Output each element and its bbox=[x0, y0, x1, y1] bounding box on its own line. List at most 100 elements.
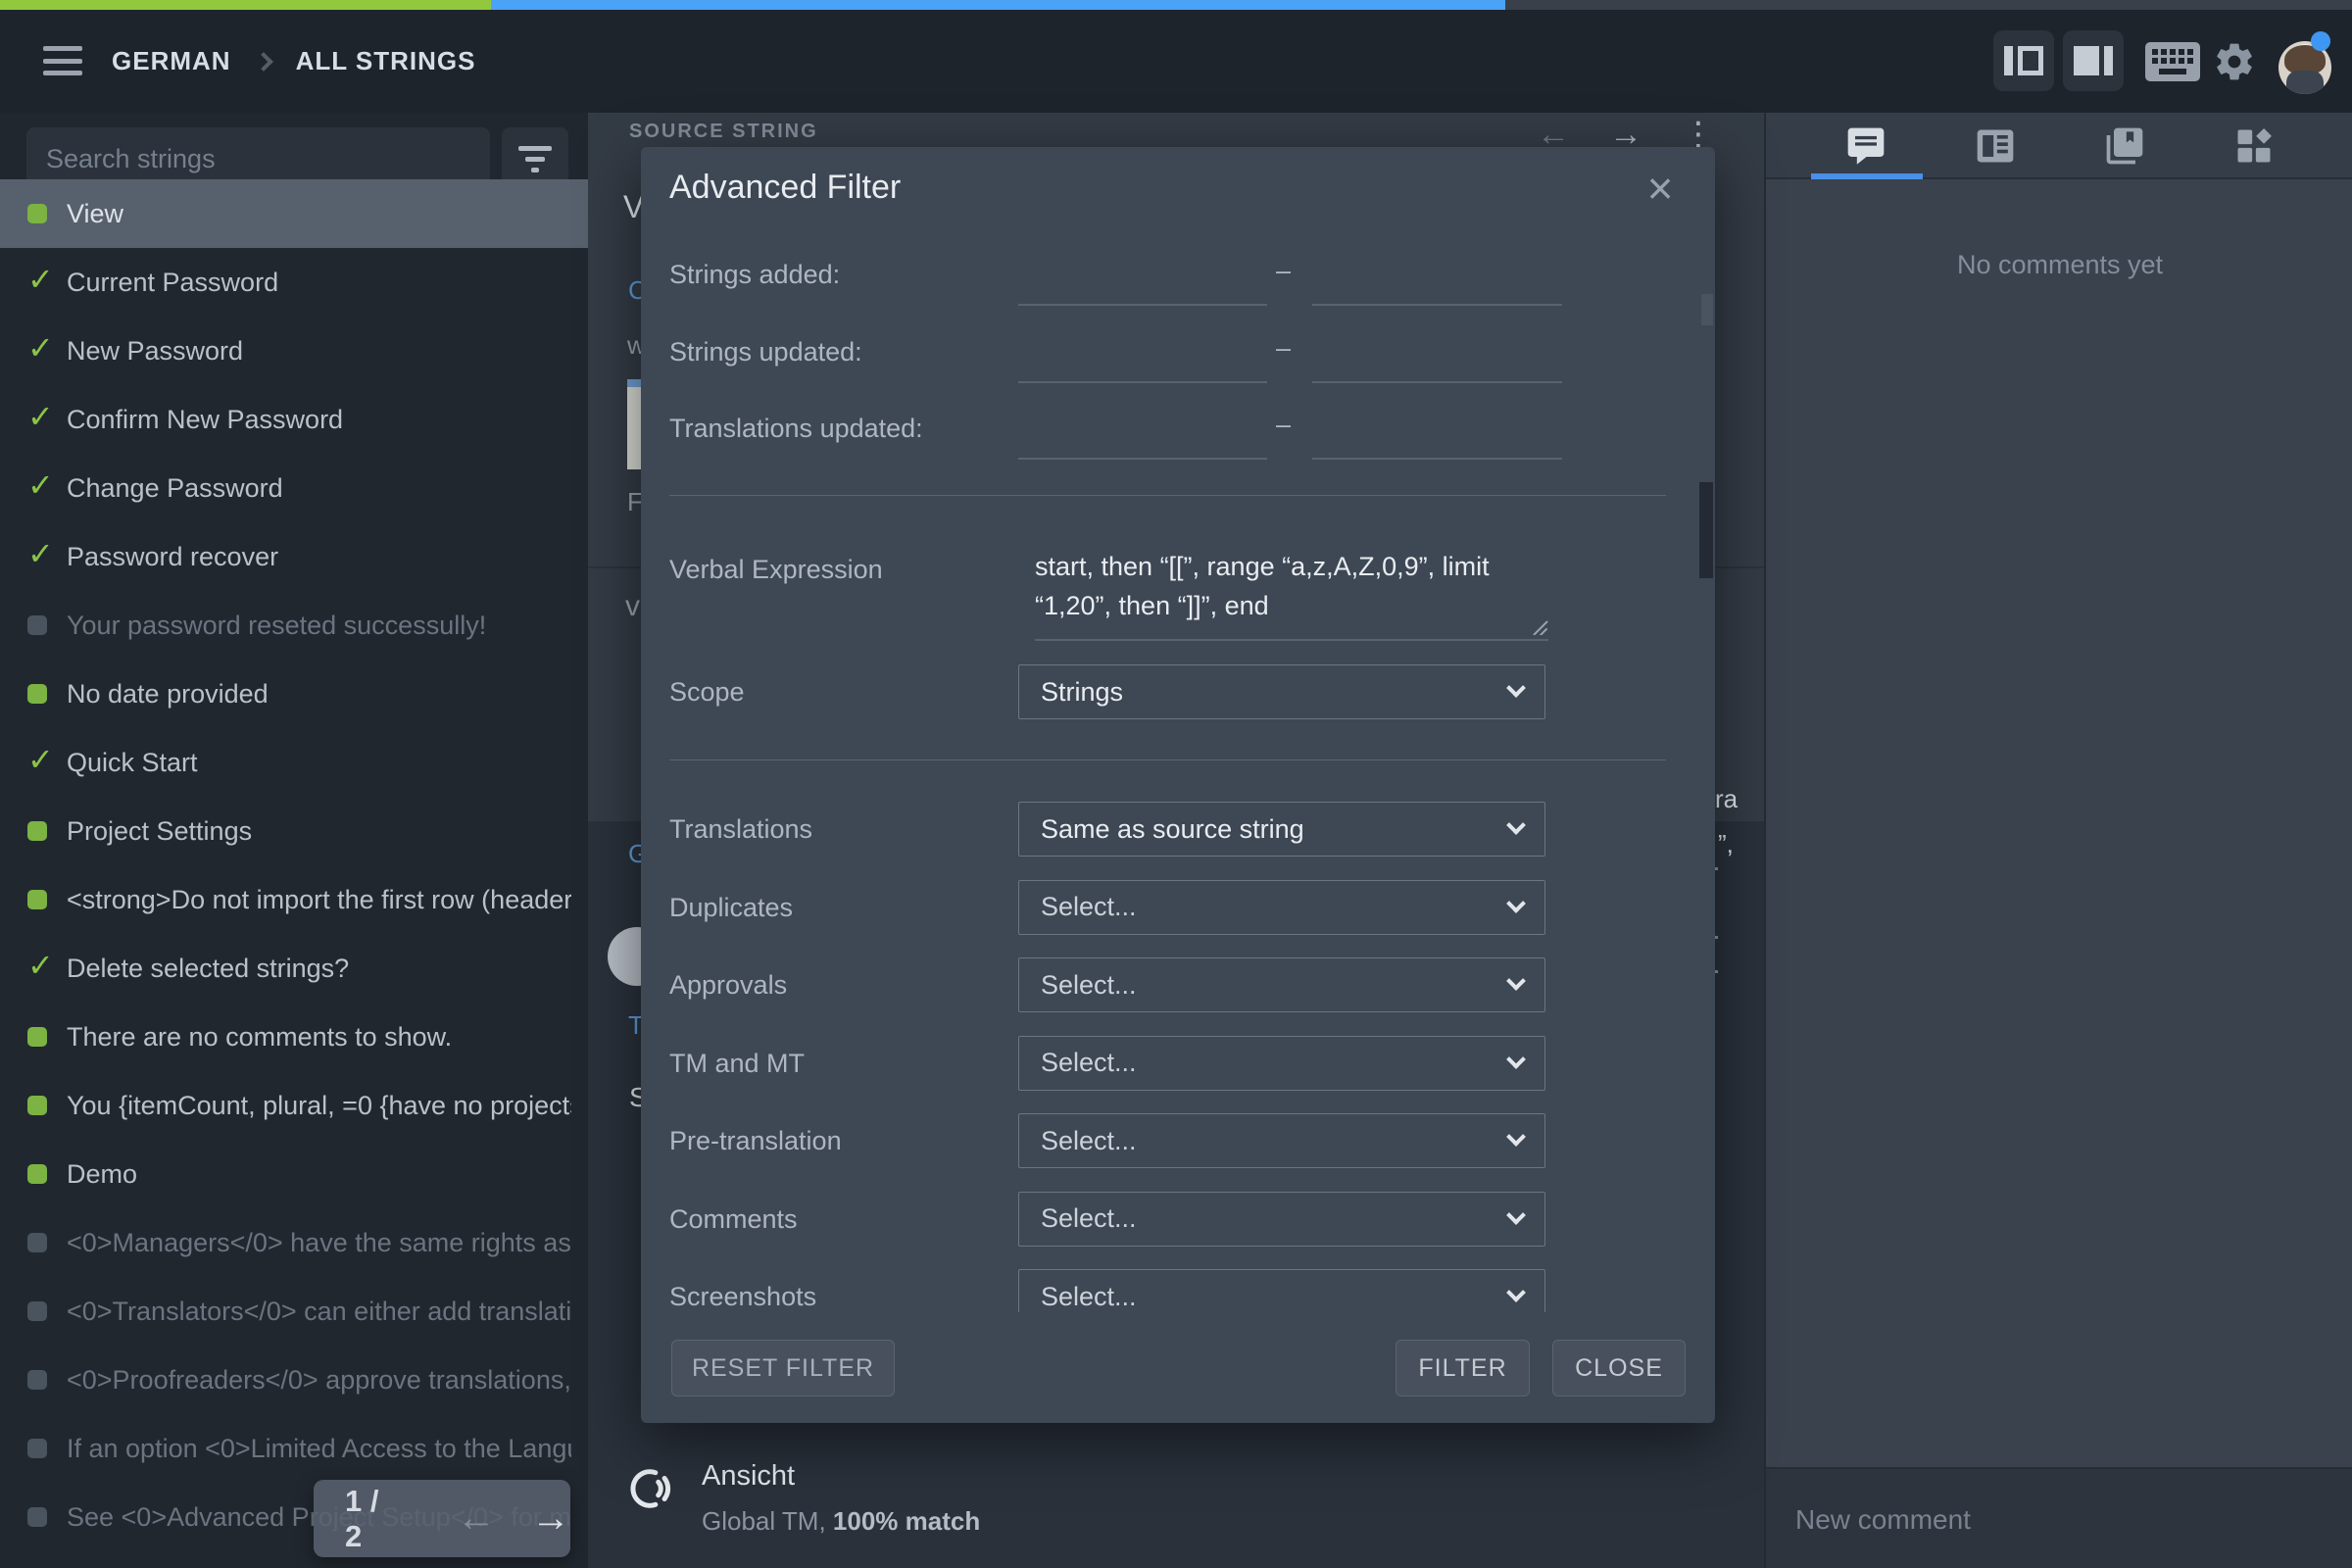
list-item-label: Change Password bbox=[67, 472, 283, 503]
chevron-down-icon bbox=[1506, 678, 1526, 698]
list-item[interactable]: ✓ Current Password bbox=[0, 248, 588, 317]
list-item-label: There are no comments to show. bbox=[67, 1021, 453, 1052]
scope-value: Strings bbox=[1041, 676, 1124, 707]
resize-handle-icon[interactable] bbox=[1531, 617, 1548, 635]
list-item[interactable]: View bbox=[0, 179, 588, 248]
top-bar: GERMAN ALL STRINGS bbox=[0, 10, 2352, 113]
approvals-select[interactable]: Select... bbox=[1018, 957, 1545, 1012]
chevron-down-icon bbox=[1506, 893, 1526, 913]
list-item-label: Current Password bbox=[67, 267, 279, 297]
close-button[interactable]: CLOSE bbox=[1552, 1340, 1686, 1396]
list-item[interactable]: ✓ Password recover bbox=[0, 522, 588, 591]
list-item-label: <0>Proofreaders</0> approve translations… bbox=[67, 1364, 571, 1395]
close-icon[interactable]: × bbox=[1635, 165, 1686, 216]
list-item[interactable]: <0>Managers</0> have the same rights as … bbox=[0, 1208, 588, 1277]
date-from-input[interactable] bbox=[1018, 265, 1267, 306]
select-filter-label: TM and MT bbox=[669, 1048, 806, 1078]
list-item[interactable]: ✓ Quick Start bbox=[0, 728, 588, 797]
select-filter-label: Pre-translation bbox=[669, 1126, 842, 1155]
pagination-next-icon[interactable]: → bbox=[531, 1496, 570, 1541]
select-value: Same as source string bbox=[1041, 813, 1304, 844]
screenshots-select[interactable]: Select... bbox=[1018, 1269, 1545, 1312]
advanced-filter-dialog: Advanced Filter × Strings added: – Strings… bbox=[641, 147, 1715, 1423]
date-to-input[interactable] bbox=[1312, 341, 1562, 383]
list-item[interactable]: You {itemCount, plural, =0 {have no proj… bbox=[0, 1071, 588, 1140]
list-item[interactable]: ✓ New Password bbox=[0, 317, 588, 385]
date-filter-label: Translations updated: bbox=[669, 414, 923, 443]
list-item-label: Delete selected strings? bbox=[67, 953, 350, 983]
list-item-label: Password recover bbox=[67, 541, 279, 571]
untranslated-square-icon bbox=[27, 1370, 47, 1390]
list-item[interactable]: Project Settings bbox=[0, 797, 588, 865]
online-status-dot bbox=[2311, 31, 2330, 51]
select-filter-label: Screenshots bbox=[669, 1282, 817, 1311]
date-from-input[interactable] bbox=[1018, 341, 1267, 383]
settings-button[interactable] bbox=[2207, 10, 2262, 113]
tab-terms[interactable] bbox=[2097, 119, 2152, 173]
scope-select[interactable]: Strings bbox=[1018, 664, 1545, 719]
verbal-expression-textarea[interactable]: start, then “[[”, range “a,z,A,Z,0,9”, l… bbox=[1035, 547, 1548, 625]
list-item[interactable]: There are no comments to show. bbox=[0, 1003, 588, 1071]
chevron-down-icon bbox=[1506, 971, 1526, 991]
list-item[interactable]: ✓ Delete selected strings? bbox=[0, 934, 588, 1003]
check-icon: ✓ bbox=[27, 262, 54, 297]
select-value: Select... bbox=[1041, 892, 1137, 921]
list-item[interactable]: <0>Translators</0> can either add transl… bbox=[0, 1277, 588, 1346]
list-item[interactable]: <strong>Do not import the first row (hea… bbox=[0, 865, 588, 934]
date-to-input[interactable] bbox=[1312, 418, 1562, 460]
avatar-body bbox=[2286, 71, 2324, 94]
layout-right-panel-button[interactable] bbox=[2063, 30, 2124, 91]
date-filter-label: Strings added: bbox=[669, 260, 841, 289]
layout-left-panel-button[interactable] bbox=[1993, 30, 2054, 91]
new-comment-placeholder: New comment bbox=[1795, 1504, 1971, 1535]
check-icon: ✓ bbox=[27, 330, 54, 366]
breadcrumb-section[interactable]: ALL STRINGS bbox=[296, 46, 476, 76]
translated-square-icon bbox=[27, 684, 47, 704]
pagination-prev-icon[interactable]: ← bbox=[457, 1496, 496, 1541]
tm-and-mt-select[interactable]: Select... bbox=[1018, 1035, 1545, 1091]
breadcrumb-language[interactable]: GERMAN bbox=[112, 46, 231, 76]
comments-select[interactable]: Select... bbox=[1018, 1191, 1545, 1247]
progress-translated-segment bbox=[0, 0, 491, 10]
new-comment-area[interactable]: New comment bbox=[1766, 1469, 2352, 1568]
source-string-header: SOURCE STRING bbox=[629, 121, 818, 142]
verbal-expression-label: Verbal Expression bbox=[669, 555, 883, 584]
date-from-input[interactable] bbox=[1018, 418, 1267, 460]
occluded-text-fragment: ”, bbox=[1718, 829, 1734, 858]
list-item[interactable]: Demo bbox=[0, 1140, 588, 1208]
filter-button-apply[interactable]: FILTER bbox=[1396, 1340, 1530, 1396]
dialog-title: Advanced Filter bbox=[669, 169, 902, 206]
dialog-scrollbar-thumb[interactable] bbox=[1699, 482, 1713, 578]
select-value: Select... bbox=[1041, 1048, 1137, 1077]
tab-comments[interactable] bbox=[1838, 119, 1893, 173]
select-value: Select... bbox=[1041, 1125, 1137, 1155]
active-tab-underline bbox=[1811, 173, 1923, 179]
strings-sidebar: View ✓ Current Password ✓ New Password ✓ Confi… bbox=[0, 113, 588, 1568]
chevron-right-icon bbox=[253, 51, 273, 72]
menu-icon[interactable] bbox=[41, 42, 84, 79]
side-panel-tabs bbox=[1766, 113, 2352, 179]
pre-translation-select[interactable]: Select... bbox=[1018, 1113, 1545, 1168]
list-item[interactable]: Your password reseted successully! bbox=[0, 591, 588, 660]
list-item-label: View bbox=[67, 198, 124, 228]
check-icon: ✓ bbox=[27, 948, 54, 983]
translated-square-icon bbox=[27, 204, 47, 223]
list-item[interactable]: <0>Proofreaders</0> approve translations… bbox=[0, 1346, 588, 1414]
tab-context[interactable] bbox=[1968, 119, 2023, 173]
untranslated-square-icon bbox=[27, 1301, 47, 1321]
list-item[interactable]: ✓ Change Password bbox=[0, 454, 588, 522]
scope-label: Scope bbox=[669, 677, 745, 707]
tm-suggestion-row[interactable]: Ansicht Global TM, 100% match bbox=[629, 1460, 980, 1537]
list-item[interactable]: ✓ Confirm New Password bbox=[0, 385, 588, 454]
list-item[interactable]: If an option <0>Limited Access to the La… bbox=[0, 1414, 588, 1483]
list-item[interactable]: No date provided bbox=[0, 660, 588, 728]
keyboard-icon bbox=[2145, 41, 2200, 81]
tab-apps[interactable] bbox=[2227, 119, 2281, 173]
keyboard-shortcuts-button[interactable] bbox=[2141, 10, 2204, 113]
date-to-input[interactable] bbox=[1312, 265, 1562, 306]
untranslated-square-icon bbox=[27, 1233, 47, 1252]
reset-filter-button[interactable]: RESET FILTER bbox=[671, 1340, 895, 1396]
suggestion-meta: Global TM, 100% match bbox=[702, 1506, 981, 1536]
translations-select[interactable]: Same as source string bbox=[1018, 802, 1545, 857]
duplicates-select[interactable]: Select... bbox=[1018, 879, 1545, 935]
